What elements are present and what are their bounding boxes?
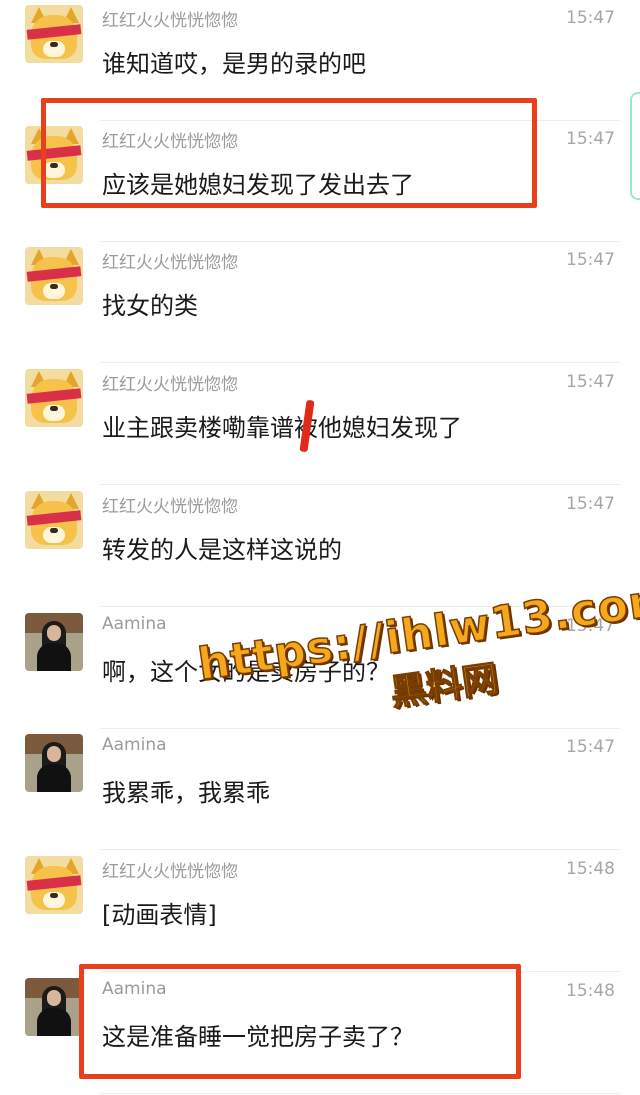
message-divider [100, 849, 620, 850]
sender-name: 红红火火恍恍惚惚 [102, 375, 238, 395]
chat-message[interactable]: 红红火火恍恍惚惚 15:47 谁知道哎，是男的录的吧 [0, 0, 640, 121]
message-time: 15:47 [566, 494, 615, 514]
message-divider [100, 606, 620, 607]
message-time: 15:48 [566, 859, 615, 879]
message-text: 找女的类 [102, 292, 198, 320]
message-text: 我累乖，我累乖 [102, 779, 270, 807]
woman-avatar[interactable] [25, 734, 83, 792]
dog-avatar[interactable] [25, 856, 83, 914]
message-divider [100, 1093, 620, 1094]
message-divider [100, 971, 620, 972]
message-time: 15:47 [566, 616, 615, 636]
message-text: 转发的人是这样这说的 [102, 536, 342, 564]
sender-name: Aamina [102, 979, 167, 999]
sender-name: 红红火火恍恍惚惚 [102, 11, 238, 31]
message-text: 谁知道哎，是男的录的吧 [102, 50, 366, 78]
sender-name: 红红火火恍恍惚惚 [102, 132, 238, 152]
woman-avatar[interactable] [25, 613, 83, 671]
chat-message[interactable]: Aamina 15:48 这是准备睡一觉把房子卖了？ [0, 973, 640, 1094]
chat-message[interactable]: 红红火火恍恍惚惚 15:47 找女的类 [0, 242, 640, 363]
chat-message[interactable]: Aamina 15:47 啊，这个女的是卖房子的？ [0, 608, 640, 729]
message-time: 15:47 [566, 372, 615, 392]
dog-avatar[interactable] [25, 369, 83, 427]
message-text: 业主跟卖楼嘞靠谱被他媳妇发现了 [102, 414, 462, 442]
sender-name: Aamina [102, 614, 167, 634]
message-time: 15:48 [566, 981, 615, 1001]
chat-message[interactable]: 红红火火恍恍惚惚 15:47 业主跟卖楼嘞靠谱被他媳妇发现了 [0, 364, 640, 485]
woman-avatar[interactable] [25, 978, 83, 1036]
message-text: 啊，这个女的是卖房子的？ [102, 658, 390, 686]
sender-name: 红红火火恍恍惚惚 [102, 497, 238, 517]
dog-avatar[interactable] [25, 491, 83, 549]
message-divider [100, 484, 620, 485]
sender-name: 红红火火恍恍惚惚 [102, 253, 238, 273]
dog-avatar[interactable] [25, 247, 83, 305]
message-divider [100, 362, 620, 363]
sender-name: 红红火火恍恍惚惚 [102, 862, 238, 882]
dog-avatar[interactable] [25, 5, 83, 63]
chat-message[interactable]: 红红火火恍恍惚惚 15:47 应该是她媳妇发现了发出去了 [0, 121, 640, 242]
chat-message[interactable]: 红红火火恍恍惚惚 15:47 转发的人是这样这说的 [0, 486, 640, 607]
message-time: 15:47 [566, 737, 615, 757]
chat-message[interactable]: 红红火火恍恍惚惚 15:48 [动画表情] [0, 851, 640, 972]
message-text: 应该是她媳妇发现了发出去了 [102, 171, 414, 199]
message-time: 15:47 [566, 250, 615, 270]
message-time: 15:47 [566, 129, 615, 149]
sender-name: Aamina [102, 735, 167, 755]
side-edge-tab[interactable] [630, 92, 640, 200]
message-text: 这是准备睡一觉把房子卖了？ [102, 1023, 414, 1051]
message-time: 15:47 [566, 8, 615, 28]
message-text: [动画表情] [102, 901, 217, 929]
dog-avatar[interactable] [25, 126, 83, 184]
chat-message[interactable]: Aamina 15:47 我累乖，我累乖 [0, 729, 640, 850]
